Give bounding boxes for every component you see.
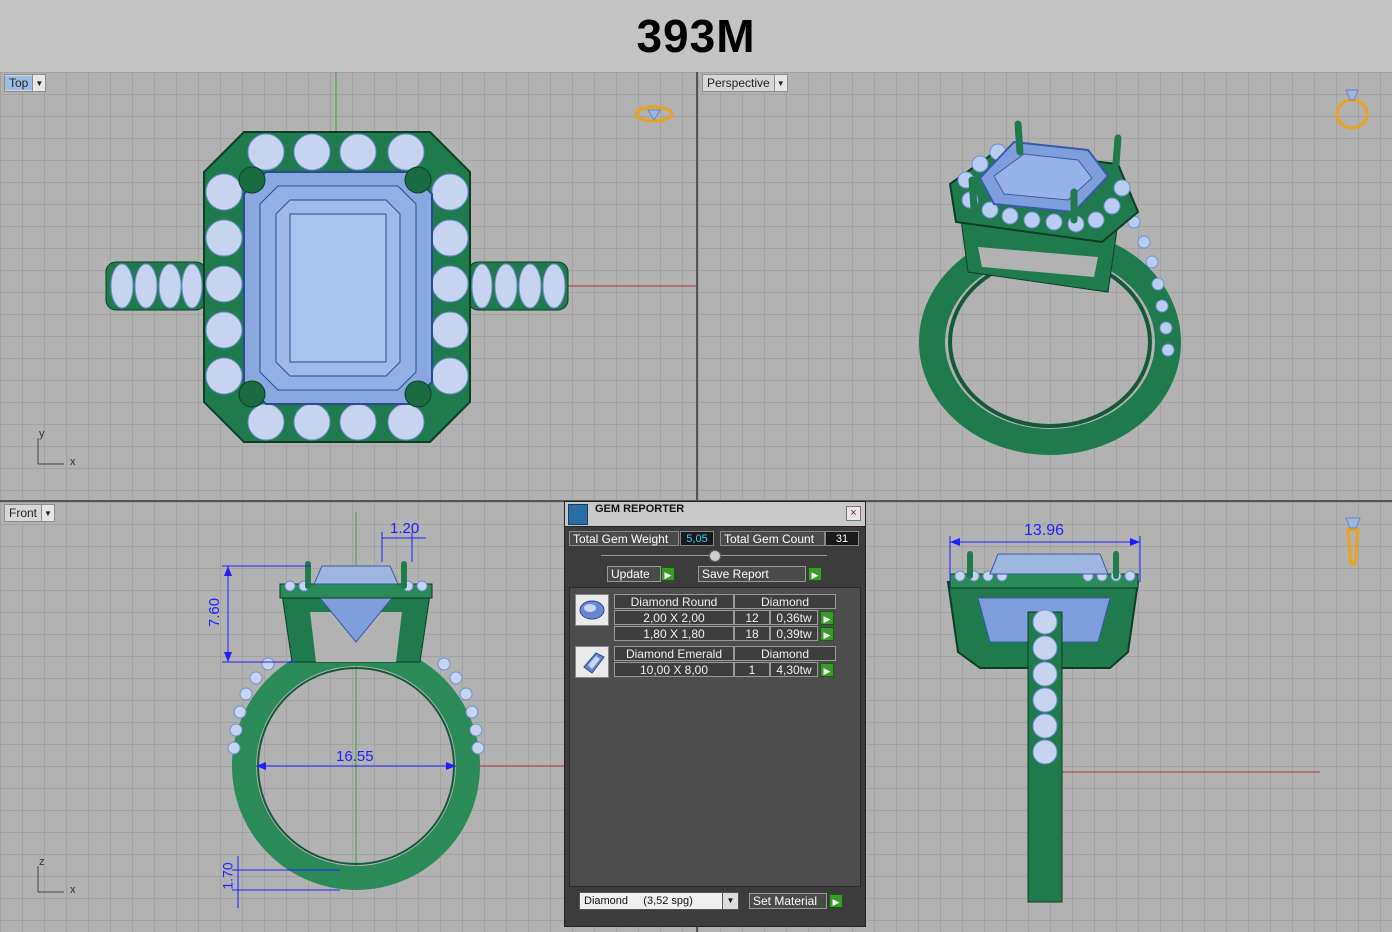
gem-list[interactable]: Diamond Round Diamond 2,00 X 2,00 12 0,3… xyxy=(569,587,861,887)
go-arrow-icon[interactable]: ▶ xyxy=(661,567,675,581)
gem-size: 10,00 X 8,00 xyxy=(614,662,734,677)
round-gem-thumbnail xyxy=(575,594,609,626)
dropdown-arrow-icon[interactable]: ▼ xyxy=(32,75,46,91)
splitter-knob[interactable] xyxy=(709,550,721,562)
set-material-button[interactable]: Set Material xyxy=(749,893,827,909)
viewport-top-label: Top xyxy=(5,76,33,90)
axis-y-label: y xyxy=(39,428,45,440)
gem-count: 18 xyxy=(734,626,770,641)
dimension-inner-diameter: 16.55 xyxy=(336,748,374,765)
viewport-front-label: Front xyxy=(9,506,38,520)
gem-reporter-header[interactable]: GEM REPORTER × xyxy=(565,502,865,527)
save-report-button[interactable]: Save Report xyxy=(698,566,806,582)
dimension-prong-width: 1.20 xyxy=(390,520,420,537)
viewport-front-tab[interactable]: Front ▼ xyxy=(4,504,56,522)
viewport-top-tab[interactable]: Top ▼ xyxy=(4,74,47,92)
gem-weight: 0,39tw xyxy=(770,626,818,641)
axis-x-label: x xyxy=(70,884,76,896)
update-button[interactable]: Update xyxy=(607,566,661,582)
ring-side-icon xyxy=(1345,517,1361,566)
ring-perspective-icon xyxy=(1335,89,1369,130)
viewport-perspective-tab[interactable]: Perspective ▼ xyxy=(702,74,788,92)
dropdown-arrow-icon[interactable]: ▼ xyxy=(722,893,738,909)
top-view-drawing xyxy=(37,72,696,465)
axis-z-label: z xyxy=(39,856,45,868)
go-arrow-icon[interactable]: ▶ xyxy=(820,627,834,641)
dimension-head-height: 7.60 xyxy=(206,597,224,628)
gem-size: 1,80 X 1,80 xyxy=(614,626,734,641)
axis-x-label: x xyxy=(70,456,76,468)
material-select-value: Diamond (3,52 spg) xyxy=(584,895,693,907)
gem-weight: 0,36tw xyxy=(770,610,818,625)
title-bar: 393M xyxy=(0,0,1392,73)
gem-name: Diamond Round xyxy=(614,594,734,609)
total-count-label: Total Gem Count xyxy=(720,531,825,546)
dimension-shank-thickness: 1.70 xyxy=(219,862,236,890)
go-arrow-icon[interactable]: ▶ xyxy=(808,567,822,581)
dropdown-arrow-icon[interactable]: ▼ xyxy=(773,75,787,91)
gem-material: Diamond xyxy=(734,646,836,661)
total-weight-value: 5,05 xyxy=(680,531,714,546)
dropdown-arrow-icon[interactable]: ▼ xyxy=(41,505,55,521)
emerald-gem-thumbnail xyxy=(575,646,609,678)
gem-count: 1 xyxy=(734,662,770,677)
close-icon[interactable]: × xyxy=(846,506,861,521)
perspective-view-drawing xyxy=(919,120,1181,455)
model-title: 393M xyxy=(636,10,756,62)
dimension-halo-width: 13.96 xyxy=(1024,522,1065,539)
gem-name: Diamond Emerald xyxy=(614,646,734,661)
gem-reporter-title: GEM REPORTER xyxy=(595,503,685,515)
go-arrow-icon[interactable]: ▶ xyxy=(829,894,843,908)
total-count-value: 31 xyxy=(825,531,859,546)
gem-reporter-icon xyxy=(568,504,588,525)
gem-reporter-panel: GEM REPORTER × Total Gem Weight 5,05 Tot… xyxy=(564,501,866,927)
material-select[interactable]: Diamond (3,52 spg) ▼ xyxy=(579,892,739,910)
viewport-perspective-label: Perspective xyxy=(707,76,770,90)
gem-count: 12 xyxy=(734,610,770,625)
ring-top-icon xyxy=(634,105,674,123)
viewport-top[interactable]: Top ▼ y x xyxy=(0,72,696,500)
total-weight-label: Total Gem Weight xyxy=(569,531,679,546)
viewport-perspective[interactable]: Perspective ▼ xyxy=(698,72,1392,500)
gem-weight: 4,30tw xyxy=(770,662,818,677)
gem-material: Diamond xyxy=(734,594,836,609)
go-arrow-icon[interactable]: ▶ xyxy=(820,611,834,625)
gem-size: 2,00 X 2,00 xyxy=(614,610,734,625)
go-arrow-icon[interactable]: ▶ xyxy=(820,663,834,677)
